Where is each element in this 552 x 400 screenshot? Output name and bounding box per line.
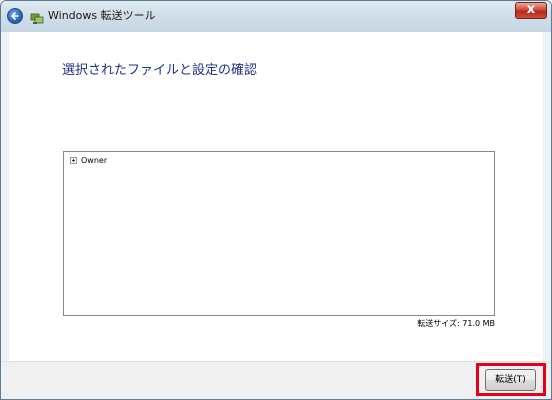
transfer-tool-icon bbox=[30, 10, 44, 24]
back-arrow-icon bbox=[11, 12, 19, 20]
back-button[interactable] bbox=[7, 8, 23, 24]
tree-item-label: Owner bbox=[81, 156, 108, 165]
highlight-box bbox=[476, 363, 546, 396]
footer-bar: 転送(T) bbox=[1, 361, 551, 399]
window-title: Windows 転送ツール bbox=[48, 9, 156, 22]
close-icon: x bbox=[526, 2, 536, 17]
content-panel: 選択されたファイルと設定の確認 Owner 転送サイズ: 71.0 MB bbox=[9, 32, 543, 361]
selection-tree[interactable]: Owner bbox=[63, 151, 495, 316]
tree-item-owner[interactable]: Owner bbox=[70, 155, 107, 166]
transfer-tool-window: Windows 転送ツール x 選択されたファイルと設定の確認 Owner 転送… bbox=[0, 0, 552, 400]
title-bar: Windows 転送ツール x bbox=[1, 1, 551, 32]
transfer-size-label: 転送サイズ: 71.0 MB bbox=[417, 319, 495, 328]
page-heading: 選択されたファイルと設定の確認 bbox=[62, 63, 258, 78]
expand-plus-icon[interactable] bbox=[70, 157, 77, 164]
close-button[interactable]: x bbox=[515, 2, 547, 19]
